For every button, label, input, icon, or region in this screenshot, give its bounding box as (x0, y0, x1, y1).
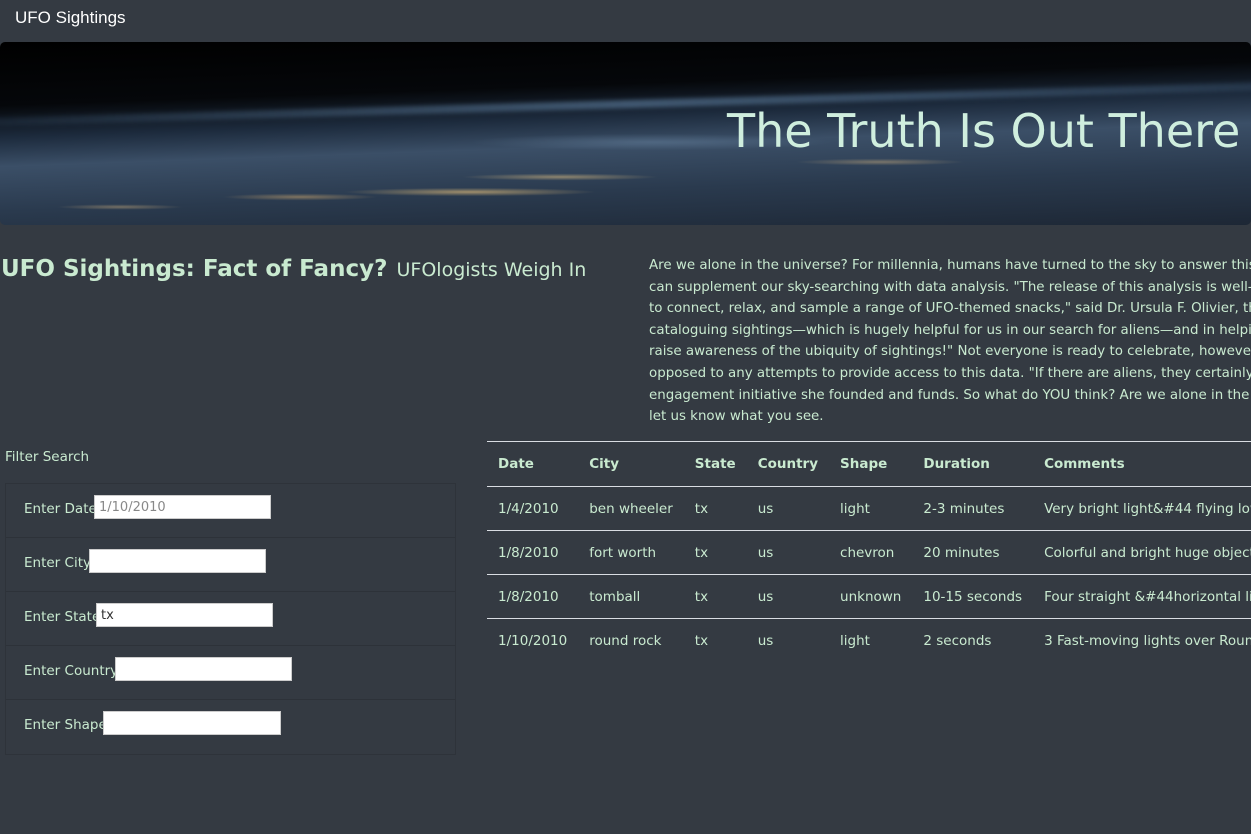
country-input[interactable] (115, 657, 292, 681)
article-line: Are we alone in the universe? For millen… (649, 258, 1251, 273)
hero-headline: The Truth Is Out There (727, 104, 1241, 158)
filter-search-heading: Filter Search (5, 449, 90, 465)
cell-shape: light (829, 486, 913, 531)
cell-date: 1/10/2010 (498, 632, 568, 649)
filter-row-date: Enter Date (6, 484, 455, 538)
filter-row-state: Enter State (6, 592, 455, 646)
shape-label: Enter Shape (24, 717, 107, 733)
navbar: UFO Sightings (0, 0, 1251, 37)
cell-country: us (746, 574, 830, 619)
column-header-duration: Duration (912, 441, 1034, 487)
filter-row-city: Enter City (6, 538, 455, 592)
cell-duration: 20 minutes (912, 530, 1034, 575)
date-input[interactable] (94, 495, 271, 519)
cell-state: tx (683, 574, 747, 619)
table-row: 1/10/2010 round rock tx us light 2 secon… (487, 619, 1251, 663)
table-row: 1/8/2010 tomball tx us unknown 10-15 sec… (487, 574, 1251, 619)
cell-country: us (757, 632, 774, 649)
filter-panel: Enter Date Enter City Enter State Enter … (5, 483, 456, 755)
article-line: let us know what you see. (649, 409, 824, 425)
state-label: Enter State (24, 609, 101, 625)
article-line: raise awareness of the ubiquity of sight… (649, 344, 1251, 360)
cell-duration: 10-15 seconds (912, 574, 1034, 619)
cell-state: tx (683, 530, 747, 575)
cell-duration: 2-3 minutes (912, 486, 1034, 531)
cell-duration: 2 seconds (923, 632, 992, 649)
article-title-main: UFO Sightings: Fact of Fancy? (1, 256, 388, 282)
article-line: can supplement our sky-searching with da… (649, 279, 1251, 295)
sightings-table: Date City State Country Shape Duration C… (487, 441, 1251, 662)
column-header-date: Date (487, 441, 579, 487)
cell-city: fort worth (578, 530, 684, 575)
cell-comments: Very bright light&#44 flying lowe (1033, 486, 1251, 531)
cell-state: tx (694, 632, 709, 649)
cell-country: us (746, 530, 830, 575)
column-header-country: Country (746, 441, 830, 487)
article-line: to connect, relax, and sample a range of… (649, 301, 1251, 317)
city-input[interactable] (89, 549, 266, 573)
cell-country: us (746, 486, 830, 531)
filter-row-shape: Enter Shape (6, 700, 455, 753)
cell-city: ben wheeler (578, 486, 684, 531)
article-subtitle: UFOlogists Weigh In (396, 259, 587, 281)
column-header-shape: Shape (829, 441, 913, 487)
cell-shape: unknown (829, 574, 913, 619)
cell-date: 1/8/2010 (487, 574, 579, 619)
cell-shape: light (840, 632, 870, 649)
article-line: engagement initiative she founded and fu… (649, 387, 1251, 403)
column-header-state: State (683, 441, 747, 487)
navbar-brand[interactable]: UFO Sightings (15, 8, 126, 28)
cell-date: 1/4/2010 (487, 486, 579, 531)
table-row: 1/8/2010 fort worth tx us chevron 20 min… (487, 530, 1251, 575)
cell-comments: 3 Fast-moving lights over Round (1044, 632, 1251, 649)
date-label: Enter Date (24, 501, 97, 517)
cell-comments: Colorful and bright huge objects (1033, 530, 1251, 575)
table-header-row: Date City State Country Shape Duration C… (487, 441, 1251, 487)
column-header-city: City (578, 441, 684, 487)
cell-shape: chevron (829, 530, 913, 575)
article-line: cataloguing sightings—which is hugely he… (649, 322, 1251, 338)
country-label: Enter Country (24, 663, 119, 679)
state-input[interactable] (96, 603, 273, 627)
table-row: 1/4/2010 ben wheeler tx us light 2-3 min… (487, 486, 1251, 531)
article-line: opposed to any attempts to provide acces… (649, 365, 1251, 381)
article-body: Are we alone in the universe? For millen… (649, 255, 1251, 428)
cell-comments: Four straight &#44horizontal lig (1033, 574, 1251, 619)
cell-date: 1/8/2010 (487, 530, 579, 575)
filter-row-country: Enter Country (6, 646, 455, 700)
cell-city: tomball (578, 574, 684, 619)
cell-state: tx (683, 486, 747, 531)
hero-banner: The Truth Is Out There (0, 42, 1251, 225)
shape-input[interactable] (103, 711, 281, 735)
city-label: Enter City (24, 555, 91, 571)
column-header-comments: Comments (1033, 441, 1251, 487)
article-title: UFO Sightings: Fact of Fancy? UFOlogists… (1, 256, 586, 282)
cell-city: round rock (589, 632, 662, 649)
